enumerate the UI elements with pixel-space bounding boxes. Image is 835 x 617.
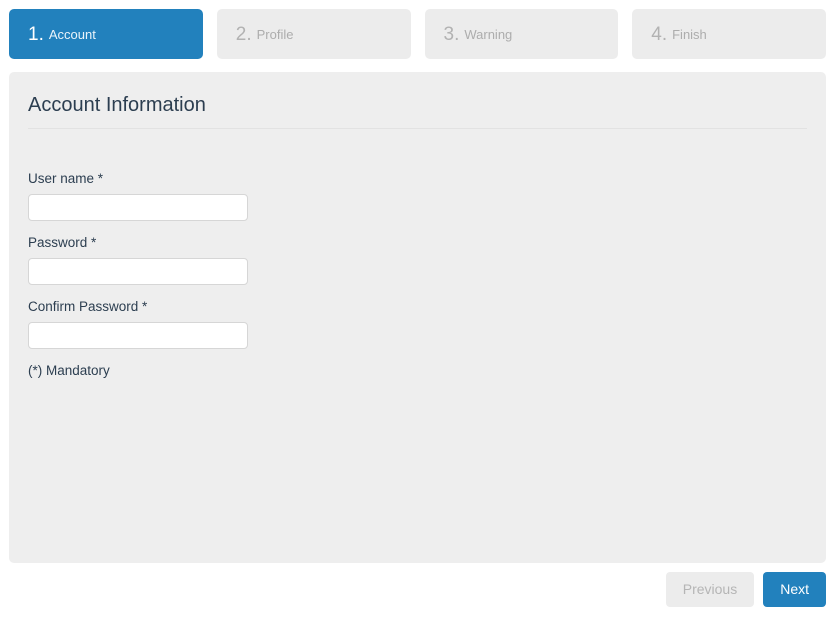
field-confirm-password: Confirm Password * [28, 298, 807, 349]
user-name-input[interactable] [28, 194, 248, 221]
user-name-label: User name * [28, 171, 104, 186]
next-button[interactable]: Next [763, 571, 826, 607]
password-input[interactable] [28, 258, 248, 285]
step-label: Finish [672, 26, 707, 42]
wizard-step-2-profile[interactable]: 2. Profile [216, 9, 411, 59]
wizard-steps: 1. Account 2. Profile 3. Warning 4. Fini… [0, 0, 835, 59]
step-label: Account [48, 26, 96, 42]
step-number: 4. [651, 23, 668, 45]
step-number: 2. [235, 23, 252, 45]
confirm-password-input[interactable] [28, 322, 248, 349]
account-information-form: User name * Password * Confirm Password … [28, 159, 807, 380]
wizard-footer: Previous Next [9, 571, 826, 607]
field-password: Password * [28, 234, 807, 285]
title-divider [28, 128, 807, 129]
wizard-step-1-account[interactable]: 1. Account [9, 9, 203, 59]
step-label: Profile [256, 26, 294, 42]
field-user-name: User name * [28, 170, 807, 221]
step-number: 3. [443, 23, 460, 45]
wizard-step-3-warning[interactable]: 3. Warning [424, 9, 619, 59]
step-number: 1. [28, 23, 44, 45]
previous-button[interactable]: Previous [665, 571, 755, 607]
step-label: Warning [464, 26, 513, 42]
page-title: Account Information [28, 94, 206, 116]
wizard-content-panel: Account Information User name * Password… [9, 72, 826, 563]
wizard-step-4-finish[interactable]: 4. Finish [632, 9, 826, 59]
confirm-password-label: Confirm Password * [28, 299, 148, 314]
mandatory-note: (*) Mandatory [28, 363, 110, 378]
wizard-container: 1. Account 2. Profile 3. Warning 4. Fini… [0, 0, 835, 617]
password-label: Password * [28, 235, 97, 250]
